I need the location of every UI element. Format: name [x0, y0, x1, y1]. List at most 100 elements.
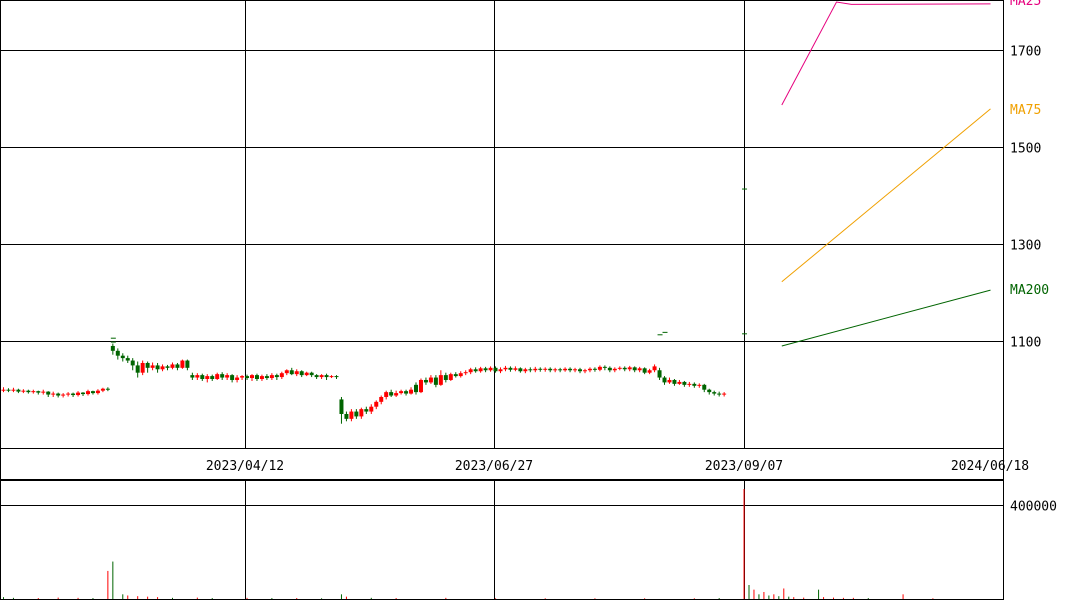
candle-body: [81, 392, 86, 395]
candle-body: [592, 368, 597, 370]
candle-body: [453, 374, 458, 377]
candle-body: [374, 401, 379, 407]
candle-body: [339, 399, 344, 414]
candle-body: [245, 376, 250, 379]
candle-body: [637, 368, 642, 371]
candle-body: [563, 368, 568, 371]
volume-panel: 400000: [0, 480, 1057, 600]
candle-body: [225, 375, 230, 378]
candle-body: [622, 367, 627, 370]
candle-body: [518, 368, 523, 372]
candle-body: [423, 379, 428, 383]
candle-body: [180, 360, 185, 368]
price-panel: 1100 1300 1500 1700 MA25 MA75 MA200: [0, 0, 1049, 449]
candle-body: [61, 394, 66, 396]
candle-body: [607, 367, 612, 371]
candle-body: [568, 368, 573, 371]
candle-body: [528, 369, 533, 371]
candle-body: [657, 370, 662, 378]
candle-body: [309, 372, 314, 376]
candle-body: [11, 389, 16, 391]
candle-body: [319, 375, 324, 378]
candle-body: [16, 389, 21, 392]
candle-body: [324, 375, 329, 378]
candle-body: [612, 368, 617, 371]
candle-body: [284, 370, 289, 374]
candle-body: [46, 391, 51, 395]
candle-body: [712, 392, 717, 394]
candle-body: [215, 374, 220, 380]
candle-body: [279, 373, 284, 378]
candle-body: [597, 366, 602, 370]
candle-body: [399, 391, 404, 394]
candle-body: [314, 375, 319, 378]
candle-body: [205, 376, 210, 380]
candle-body: [433, 377, 438, 385]
candle-body: [488, 367, 493, 371]
candle: [180, 359, 185, 369]
candle-body: [493, 367, 498, 372]
candle-body: [1, 389, 6, 391]
candle-body: [409, 389, 414, 394]
candle-body: [508, 367, 513, 370]
candle-body: [329, 376, 334, 378]
candle-body: [687, 383, 692, 385]
candle-body: [160, 366, 165, 370]
volume-frame: [0, 480, 1004, 600]
candle-body: [543, 368, 548, 370]
candle-body: [627, 367, 632, 370]
price-tick-label-1100: 1100: [1010, 336, 1041, 351]
candle-body: [354, 411, 359, 417]
candle: [418, 378, 423, 394]
candle-body: [647, 370, 652, 373]
candle-body: [662, 377, 667, 383]
candle-body: [36, 391, 41, 393]
candle-body: [652, 366, 657, 371]
candle-body: [125, 358, 130, 361]
candle-body: [175, 364, 180, 368]
candle-body: [682, 381, 687, 385]
candle-body: [344, 413, 349, 419]
candle-body: [548, 368, 553, 371]
candle-body: [274, 375, 279, 378]
candle-body: [26, 390, 31, 393]
candle-body: [165, 366, 170, 368]
candle-body: [553, 369, 558, 371]
candle-body: [254, 375, 259, 380]
candle-body: [190, 375, 195, 378]
candle-body: [90, 391, 95, 394]
candle-body: [632, 367, 637, 371]
candle-body: [473, 369, 478, 372]
candle-body: [130, 360, 135, 366]
candle-body: [250, 375, 254, 379]
candle-body: [717, 393, 722, 395]
candle-body: [21, 390, 26, 392]
candle-body: [95, 390, 100, 394]
candle-body: [503, 367, 508, 370]
candle-body: [642, 368, 647, 373]
candle-body: [195, 375, 200, 378]
candle-body: [235, 377, 240, 380]
candle-body: [448, 374, 453, 380]
candle-body: [384, 392, 389, 397]
candle-body: [438, 375, 443, 385]
candle-body: [145, 362, 150, 368]
price-tick-label-1700: 1700: [1010, 45, 1041, 60]
candle-body: [230, 375, 235, 380]
candle-body: [334, 376, 339, 378]
date-label-1: 2023/06/27: [455, 459, 533, 474]
candle-body: [498, 369, 503, 372]
price-tick-label-1500: 1500: [1010, 142, 1041, 157]
candle-body: [463, 372, 468, 374]
candle-body: [533, 368, 538, 371]
candle-body: [602, 366, 607, 368]
candle-body: [359, 409, 364, 417]
candle-body: [185, 360, 190, 368]
candle-body: [414, 384, 419, 393]
candle-body: [120, 355, 125, 359]
date-axis: 2023/04/12 2023/06/27 2023/09/07 2024/06/18: [0, 448, 1029, 480]
candle-body: [722, 393, 727, 395]
candle-body: [349, 411, 354, 419]
candle-body: [66, 393, 71, 395]
candle-body: [677, 381, 682, 384]
